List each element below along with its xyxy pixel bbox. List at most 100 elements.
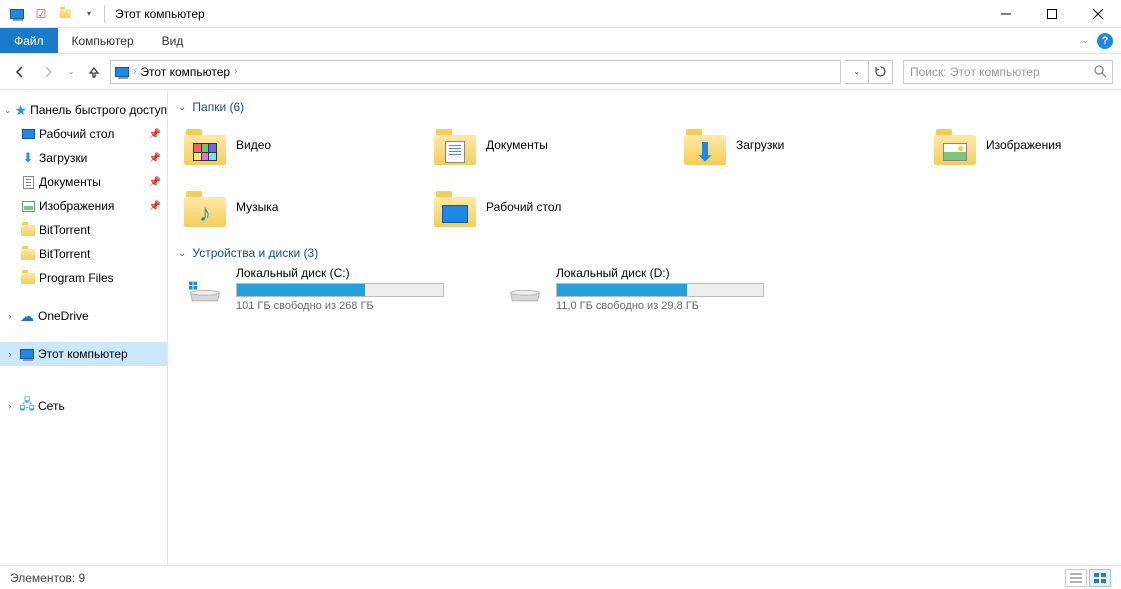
tree-quick-access[interactable]: ⌄ ★ Панель быстрого доступа [0, 98, 167, 122]
maximize-button[interactable] [1029, 0, 1075, 28]
cloud-icon: ☁ [19, 308, 35, 324]
search-box[interactable] [903, 60, 1113, 84]
folder-label: Изображения [986, 138, 1061, 152]
tree-item-folder[interactable]: Program Files [0, 266, 167, 290]
chevron-down-icon[interactable]: ⌄ [178, 248, 186, 259]
tree-label: BitTorrent [39, 223, 90, 237]
drive-usage-bar [236, 283, 444, 297]
ribbon-expand-icon[interactable]: ⌄ [1081, 35, 1089, 46]
forward-button[interactable] [36, 60, 60, 84]
navigation-tree: ⌄ ★ Панель быстрого доступа Рабочий стол… [0, 90, 168, 565]
qat-pc-icon [6, 3, 28, 25]
group-header-folders[interactable]: ⌄ Папки (6) [178, 100, 1121, 114]
search-input[interactable] [910, 65, 1094, 79]
tree-label: Сеть [38, 399, 65, 413]
qat-properties-icon[interactable]: ☑ [30, 3, 52, 25]
address-dropdown-icon[interactable]: ⌄ [845, 60, 869, 84]
tree-item-folder[interactable]: BitTorrent [0, 242, 167, 266]
folder-icon [184, 125, 228, 165]
help-icon[interactable]: ? [1097, 33, 1113, 49]
tree-label: Рабочий стол [39, 127, 114, 141]
tree-label: Документы [39, 175, 101, 189]
folder-item[interactable]: ⬇ Загрузки [684, 120, 934, 170]
folder-label: Рабочий стол [486, 200, 561, 214]
folder-item[interactable]: Видео [184, 120, 434, 170]
tree-network[interactable]: › 🖧 Сеть [0, 394, 167, 418]
drive-free-text: 101 ГБ свободно из 268 ГБ [236, 300, 444, 312]
document-icon [20, 174, 36, 190]
pin-icon: 📌 [149, 129, 161, 140]
folder-icon [20, 270, 36, 286]
address-bar[interactable]: › Этот компьютер › [110, 60, 841, 84]
chevron-right-icon[interactable]: › [4, 311, 16, 321]
folder-icon [934, 125, 978, 165]
tab-computer[interactable]: Компьютер [58, 28, 148, 53]
group-header-drives[interactable]: ⌄ Устройства и диски (3) [178, 246, 1121, 260]
tree-this-pc[interactable]: › Этот компьютер [0, 342, 167, 366]
drive-icon [504, 266, 546, 304]
folder-label: Документы [486, 138, 548, 152]
tree-label: Program Files [39, 271, 114, 285]
up-button[interactable] [82, 60, 106, 84]
tree-item-folder[interactable]: BitTorrent [0, 218, 167, 242]
back-button[interactable] [8, 60, 32, 84]
folder-icon [434, 187, 478, 227]
drive-usage-bar [556, 283, 764, 297]
chevron-down-icon[interactable]: ⌄ [178, 102, 186, 113]
desktop-icon [442, 204, 468, 224]
tree-item-downloads[interactable]: ⬇ Загрузки 📌 [0, 146, 167, 170]
group-title: Устройства и диски (3) [192, 246, 318, 260]
title-bar: ☑ ▾ Этот компьютер [0, 0, 1121, 28]
drive-item[interactable]: Локальный диск (C:) 101 ГБ свободно из 26… [184, 266, 444, 312]
drive-item[interactable]: Локальный диск (D:)11,0 ГБ свободно из 2… [504, 266, 764, 312]
group-title: Папки (6) [192, 100, 244, 114]
breadcrumb[interactable]: Этот компьютер [140, 65, 230, 79]
download-icon: ⬇ [692, 142, 718, 162]
file-tab[interactable]: Файл [0, 28, 58, 53]
refresh-button[interactable] [869, 60, 893, 84]
folder-item[interactable]: Документы [434, 120, 684, 170]
qat-dropdown-icon[interactable]: ▾ [78, 3, 100, 25]
search-icon [1094, 65, 1106, 78]
pin-icon: 📌 [149, 177, 161, 188]
star-icon: ★ [15, 102, 28, 118]
tree-item-documents[interactable]: Документы 📌 [0, 170, 167, 194]
view-large-icons-button[interactable] [1089, 569, 1111, 587]
tree-label: BitTorrent [39, 247, 90, 261]
qat-new-folder-icon[interactable] [54, 3, 76, 25]
view-details-button[interactable] [1065, 569, 1087, 587]
folder-item[interactable]: Рабочий стол [434, 182, 684, 232]
tree-label: Изображения [39, 199, 114, 213]
drive-name: Локальный диск (D:) [556, 266, 764, 280]
content-area: ⌄ Папки (6) Видео Документы ⬇ Загрузки Изобр… [168, 90, 1121, 565]
folder-label: Видео [236, 138, 271, 152]
tree-label: Этот компьютер [38, 347, 128, 361]
folder-icon [434, 125, 478, 165]
window-title: Этот компьютер [115, 7, 205, 21]
folder-label: Загрузки [736, 138, 784, 152]
minimize-button[interactable] [983, 0, 1029, 28]
network-icon: 🖧 [19, 398, 35, 414]
chevron-right-icon[interactable]: › [4, 349, 16, 359]
tree-item-pictures[interactable]: Изображения 📌 [0, 194, 167, 218]
tree-onedrive[interactable]: › ☁ OneDrive [0, 304, 167, 328]
recent-dropdown-icon[interactable]: ⌄ [64, 60, 78, 84]
video-icon [192, 142, 218, 162]
music-icon: ♪ [192, 204, 218, 224]
pc-icon [19, 346, 35, 362]
drive-name: Локальный диск (C:) [236, 266, 444, 280]
chevron-down-icon[interactable]: ⌄ [4, 105, 12, 116]
tree-label: Панель быстрого доступа [30, 103, 168, 117]
folder-item[interactable]: Изображения [934, 120, 1121, 170]
pin-icon: 📌 [149, 153, 161, 164]
chevron-right-icon[interactable]: › [4, 401, 16, 411]
tree-item-desktop[interactable]: Рабочий стол 📌 [0, 122, 167, 146]
breadcrumb-separator: › [133, 66, 136, 77]
folder-item[interactable]: ♪Музыка [184, 182, 434, 232]
folder-icon: ♪ [184, 187, 228, 227]
breadcrumb-separator: › [234, 66, 237, 77]
tab-view[interactable]: Вид [148, 28, 198, 53]
close-button[interactable] [1075, 0, 1121, 28]
tree-label: Загрузки [39, 151, 87, 165]
pin-icon: 📌 [149, 201, 161, 212]
